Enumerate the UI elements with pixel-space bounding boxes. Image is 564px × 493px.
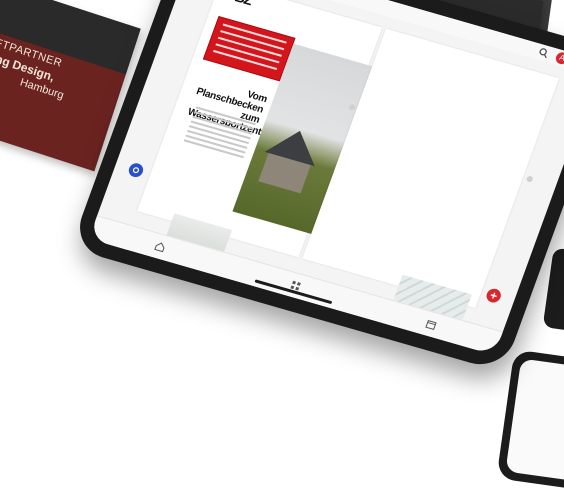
blue-circle-button[interactable] [126,161,146,179]
red-circle-button-icon [490,292,497,299]
magazine-logo: DBZ [224,0,254,8]
calendar-icon[interactable] [424,318,437,330]
tablet-device: A DBZ Vom Planschbecken zum Wassersportz… [70,0,564,373]
search-icon[interactable] [537,47,550,59]
smartphone-screen [505,358,564,482]
tablet-screen: A DBZ Vom Planschbecken zum Wassersportz… [88,0,564,356]
phone-edge [542,247,564,333]
red-teaser-box [202,15,296,82]
red-circle-button[interactable] [484,287,503,305]
smartphone [496,349,564,491]
blue-circle-button-icon [132,167,140,174]
user-avatar[interactable]: A [554,50,564,66]
page-indicator-dot[interactable] [525,175,534,183]
home-icon[interactable] [154,241,167,253]
